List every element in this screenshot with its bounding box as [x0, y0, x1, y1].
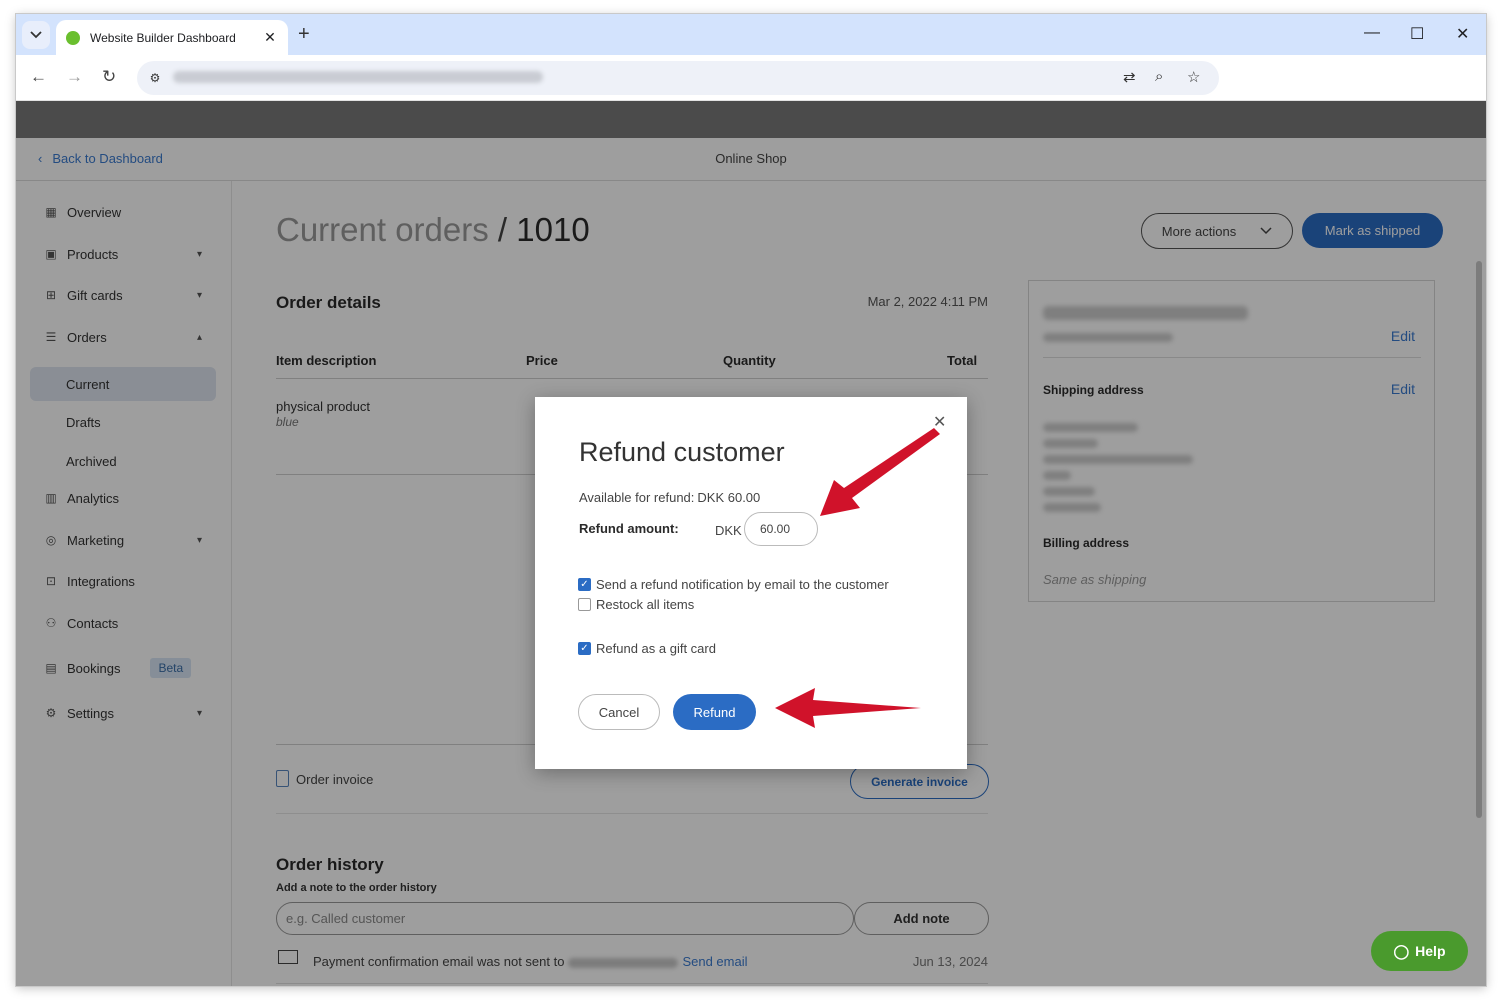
reload-icon[interactable]: ↻: [102, 67, 116, 87]
close-tab-icon[interactable]: ✕: [262, 29, 278, 46]
chevron-down-icon: [30, 31, 42, 39]
tab-bar: Website Builder Dashboard ✕ + — ☐ ✕: [16, 14, 1486, 55]
notify-customer-checkbox[interactable]: ✓ Send a refund notification by email to …: [578, 576, 889, 592]
close-window-button[interactable]: ✕: [1456, 24, 1469, 44]
tab-search-button[interactable]: [22, 21, 50, 49]
gift-card-label: Refund as a gift card: [596, 640, 716, 656]
refund-currency: DKK: [715, 523, 742, 538]
browser-window: Website Builder Dashboard ✕ + — ☐ ✕ ← → …: [16, 14, 1486, 986]
checkbox-unchecked-icon[interactable]: [578, 597, 591, 611]
restock-checkbox[interactable]: Restock all items: [578, 596, 694, 612]
back-arrow-icon[interactable]: ←: [30, 67, 47, 87]
help-button[interactable]: ◯ Help: [1371, 931, 1468, 971]
cancel-button[interactable]: Cancel: [578, 694, 660, 730]
close-icon[interactable]: ✕: [933, 412, 946, 432]
browser-toolbar: ← → ↻ ⚙ ⇄ ⌕ ☆: [16, 55, 1486, 101]
refund-button[interactable]: Refund: [673, 694, 756, 730]
forward-arrow-icon[interactable]: →: [66, 67, 83, 87]
available-label: Available for refund:: [579, 490, 695, 505]
site-settings-icon[interactable]: ⚙: [145, 68, 165, 88]
refund-dialog: ✕ Refund customer Available for refund: D…: [535, 397, 967, 769]
url-text-blurred: [173, 71, 543, 83]
refund-amount-label: Refund amount:: [579, 521, 679, 536]
available-value: DKK 60.00: [697, 490, 761, 505]
notify-label: Send a refund notification by email to t…: [596, 576, 889, 592]
restock-label: Restock all items: [596, 596, 695, 612]
minimize-button[interactable]: —: [1364, 24, 1380, 42]
address-bar[interactable]: ⚙ ⇄ ⌕ ☆: [137, 61, 1219, 95]
new-tab-button[interactable]: +: [298, 24, 310, 44]
favicon-icon: [66, 30, 80, 45]
bookmark-star-icon[interactable]: ☆: [1187, 68, 1200, 86]
refund-amount-input[interactable]: [744, 512, 818, 546]
maximize-button[interactable]: ☐: [1410, 24, 1424, 44]
dialog-title: Refund customer: [579, 437, 785, 467]
checkbox-checked-icon[interactable]: ✓: [578, 577, 591, 591]
chat-bubble-icon: ◯: [1393, 942, 1410, 959]
checkbox-checked-icon[interactable]: ✓: [578, 641, 591, 655]
gift-card-checkbox[interactable]: ✓ Refund as a gift card: [578, 640, 716, 656]
browser-tab[interactable]: Website Builder Dashboard ✕: [56, 20, 288, 55]
zoom-icon[interactable]: ⌕: [1155, 68, 1163, 85]
tab-title: Website Builder Dashboard: [90, 30, 236, 45]
available-for-refund: Available for refund: DKK 60.00: [579, 490, 760, 505]
help-label: Help: [1415, 943, 1446, 959]
translate-icon[interactable]: ⇄: [1123, 68, 1136, 86]
